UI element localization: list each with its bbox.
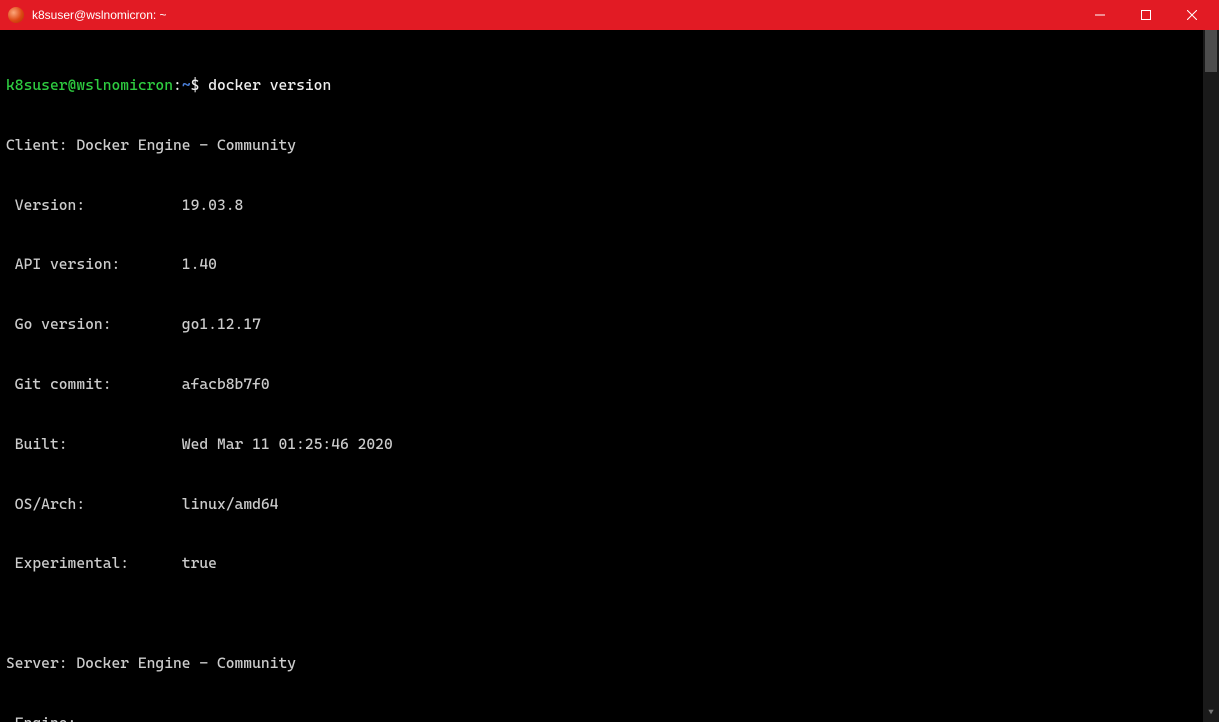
output-line: Experimental: true (6, 554, 1211, 574)
terminal-body[interactable]: k8suser@wslnomicron:~$ docker version Cl… (0, 30, 1219, 722)
output-line: Engine: (6, 714, 1211, 722)
titlebar[interactable]: k8suser@wslnomicron: ~ (0, 0, 1219, 30)
output-line: API version: 1.40 (6, 255, 1211, 275)
window-controls (1077, 0, 1215, 30)
output-line: Built: Wed Mar 11 01:25:46 2020 (6, 435, 1211, 455)
output-line: Client: Docker Engine - Community (6, 136, 1211, 156)
close-button[interactable] (1169, 0, 1215, 30)
command-1: docker version (208, 76, 331, 94)
output-line: Git commit: afacb8b7f0 (6, 375, 1211, 395)
prompt-user: k8suser (6, 76, 68, 94)
terminal-window: k8suser@wslnomicron: ~ k8suser@wslnomicr… (0, 0, 1219, 722)
scroll-down-icon[interactable]: ▼ (1203, 706, 1219, 722)
scrollbar-thumb[interactable] (1205, 30, 1217, 72)
prompt-line-1: k8suser@wslnomicron:~$ docker version (6, 76, 1211, 96)
prompt-host: wslnomicron (76, 76, 173, 94)
maximize-button[interactable] (1123, 0, 1169, 30)
prompt-path: ~ (182, 76, 191, 94)
output-line: Version: 19.03.8 (6, 196, 1211, 216)
vertical-scrollbar[interactable]: ▲ ▼ (1203, 30, 1219, 722)
ubuntu-icon (8, 7, 24, 23)
output-line: Go version: go1.12.17 (6, 315, 1211, 335)
output-line: Server: Docker Engine - Community (6, 654, 1211, 674)
output-line: OS/Arch: linux/amd64 (6, 495, 1211, 515)
minimize-button[interactable] (1077, 0, 1123, 30)
window-title: k8suser@wslnomicron: ~ (32, 8, 1077, 22)
